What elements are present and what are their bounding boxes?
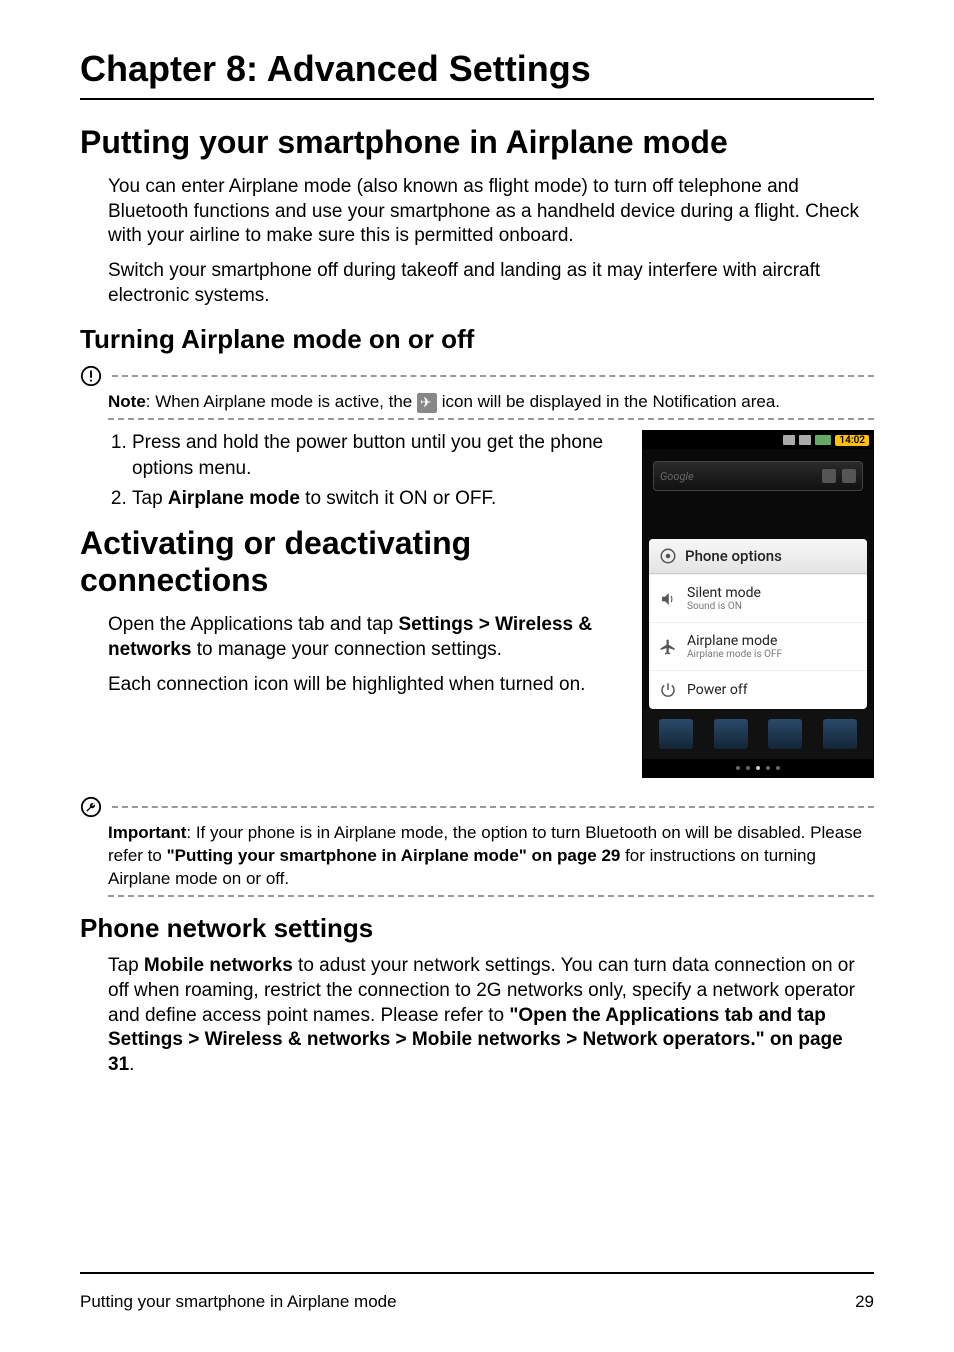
- section-airplane-title: Putting your smartphone in Airplane mode: [80, 124, 874, 161]
- important-text: Important: If your phone is in Airplane …: [108, 822, 874, 891]
- airplane-notification-icon: [417, 393, 437, 413]
- section-airplane-p1: You can enter Airplane mode (also known …: [108, 175, 874, 249]
- chapter-rule: [80, 98, 874, 100]
- footer-page-number: 29: [855, 1292, 874, 1312]
- speaker-icon: [659, 590, 677, 608]
- section-connections-title: Activating or deactivating connections: [80, 525, 622, 599]
- phone-options-title: Phone options: [685, 547, 782, 565]
- note-label: Note: [108, 392, 146, 411]
- phone-screenshot: 14:02 Google Phone options: [642, 430, 874, 778]
- phone-options-dialog: Phone options Silent mode Sound is ON: [649, 539, 867, 709]
- net-p1-e: .: [129, 1054, 134, 1075]
- microphone-icon[interactable]: [842, 469, 856, 483]
- silent-mode-sub: Sound is ON: [687, 601, 761, 612]
- section-connections-p2: Each connection icon will be highlighted…: [108, 673, 622, 698]
- net-p1-b: Mobile networks: [144, 955, 293, 976]
- steps-list: Press and hold the power button until yo…: [132, 430, 622, 511]
- note-text: Note: When Airplane mode is active, the …: [108, 391, 874, 414]
- note-before: : When Airplane mode is active, the: [146, 392, 417, 411]
- section-connections-p1: Open the Applications tab and tap Settin…: [108, 613, 622, 662]
- dock-icon[interactable]: [823, 719, 857, 749]
- signal-bars-icon: [799, 435, 811, 445]
- important-callout: Important: If your phone is in Airplane …: [80, 796, 874, 897]
- dock-icon[interactable]: [714, 719, 748, 749]
- net-p1-a: Tap: [108, 955, 144, 976]
- conn-p1-c: to manage your connection settings.: [191, 639, 502, 660]
- phone-options-header: Phone options: [649, 539, 867, 574]
- subsection-network-p1: Tap Mobile networks to adust your networ…: [108, 954, 874, 1077]
- step-1: Press and hold the power button until yo…: [132, 430, 622, 481]
- power-off-item[interactable]: Power off: [649, 670, 867, 709]
- step-2: Tap Airplane mode to switch it ON or OFF…: [132, 486, 622, 512]
- airplane-mode-sub: Airplane mode is OFF: [687, 649, 782, 660]
- airplane-mode-item[interactable]: Airplane mode Airplane mode is OFF: [649, 622, 867, 670]
- subsection-network-title: Phone network settings: [80, 913, 874, 944]
- airplane-mode-title: Airplane mode: [687, 633, 782, 649]
- note-after: icon will be displayed in the Notificati…: [437, 392, 780, 411]
- dock-icon[interactable]: [659, 719, 693, 749]
- power-circle-icon: [659, 547, 677, 565]
- power-icon: [659, 681, 677, 699]
- page-footer: Putting your smartphone in Airplane mode…: [80, 1272, 874, 1312]
- section-airplane-p2: Switch your smartphone off during takeof…: [108, 259, 874, 308]
- important-link[interactable]: "Putting your smartphone in Airplane mod…: [167, 846, 621, 865]
- phone-statusbar: 14:02: [643, 431, 873, 449]
- wrench-icon: [80, 796, 102, 818]
- power-off-title: Power off: [687, 682, 748, 698]
- phone-search-bar[interactable]: Google: [653, 461, 863, 491]
- step-2-a: Tap: [132, 488, 168, 509]
- subsection-turning-title: Turning Airplane mode on or off: [80, 324, 874, 355]
- important-label: Important: [108, 823, 186, 842]
- battery-icon: [815, 435, 831, 445]
- conn-p1-a: Open the Applications tab and tap: [108, 614, 399, 635]
- step-2-c: to switch it ON or OFF.: [300, 488, 496, 509]
- footer-title: Putting your smartphone in Airplane mode: [80, 1292, 397, 1312]
- signal-3g-icon: [783, 435, 795, 445]
- silent-mode-item[interactable]: Silent mode Sound is ON: [649, 574, 867, 622]
- phone-dock: [643, 709, 873, 759]
- silent-mode-title: Silent mode: [687, 585, 761, 601]
- phone-page-indicator: [643, 759, 873, 777]
- alert-icon: [80, 365, 102, 387]
- note-callout: Note: When Airplane mode is active, the …: [80, 365, 874, 420]
- step-2-b: Airplane mode: [168, 488, 300, 509]
- status-time: 14:02: [835, 435, 869, 446]
- dock-icon[interactable]: [768, 719, 802, 749]
- chapter-title: Chapter 8: Advanced Settings: [80, 48, 874, 90]
- airplane-icon: [659, 638, 677, 656]
- search-icon[interactable]: [822, 469, 836, 483]
- phone-search-placeholder: Google: [660, 470, 694, 483]
